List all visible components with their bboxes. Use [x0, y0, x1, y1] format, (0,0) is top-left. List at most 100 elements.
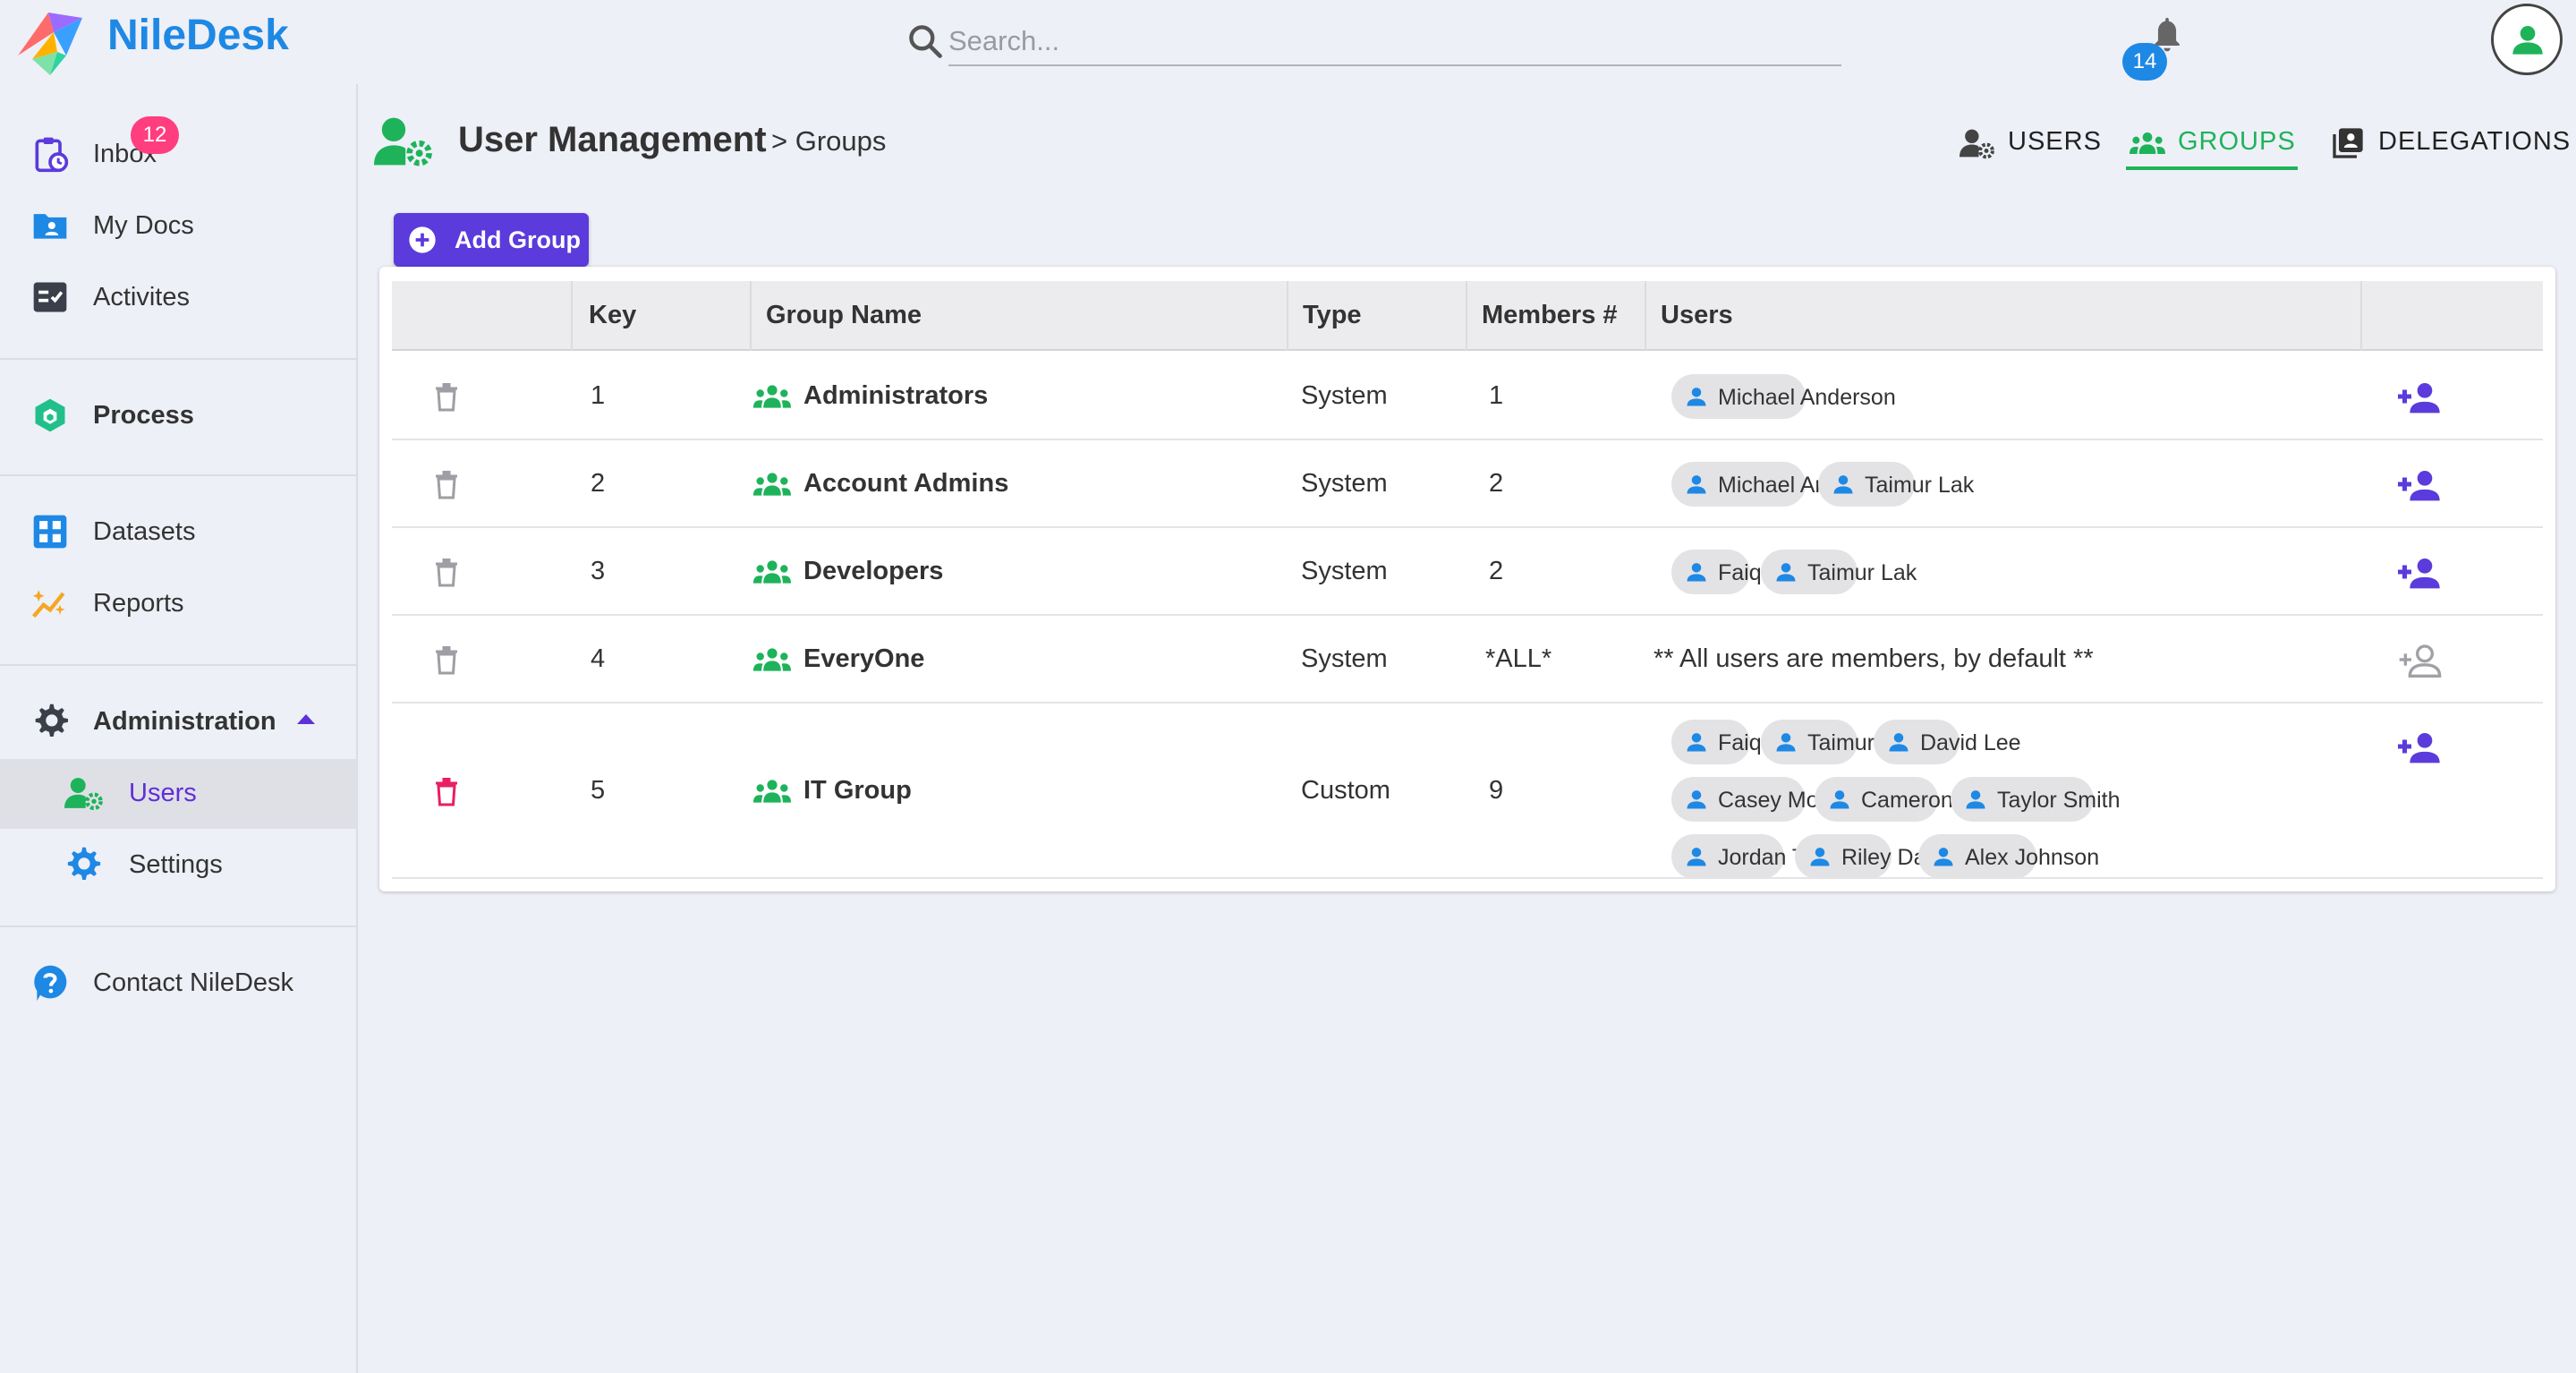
- add-group-label: Add Group: [455, 226, 581, 253]
- user-chip[interactable]: Taimur Lak: [1818, 462, 1974, 507]
- column-header-key[interactable]: Key: [589, 301, 636, 330]
- user-chip[interactable]: Taimur Lak: [1761, 720, 1917, 764]
- sidebar-divider: [0, 664, 358, 666]
- sidebar-item-datasets[interactable]: Datasets: [0, 498, 358, 567]
- groups-table: Key Group Name Type Members # Users 1 Adm…: [379, 267, 2555, 891]
- user-chip[interactable]: Michael Anderson: [1671, 374, 1896, 419]
- person-add-icon[interactable]: [2398, 379, 2443, 414]
- sidebar-item-label: Settings: [129, 850, 223, 879]
- tab-users[interactable]: USERS: [1960, 115, 2103, 172]
- tab-label: USERS: [2008, 127, 2102, 156]
- sidebar-item-my-docs[interactable]: My Docs: [0, 192, 358, 261]
- folder-user-icon: [33, 214, 67, 239]
- delegations-icon: [2333, 128, 2363, 158]
- search-input[interactable]: [948, 18, 1841, 66]
- user-chip[interactable]: Alex Johnson: [1918, 834, 2099, 879]
- column-header-members[interactable]: Members #: [1482, 301, 1618, 330]
- tab-groups[interactable]: GROUPS: [2130, 115, 2296, 172]
- table-row: 5 IT Group Custom 9 Faiq LakTaimur LakDavid …: [392, 704, 2543, 879]
- inbox-clipboard-icon: [35, 137, 69, 173]
- user-chip[interactable]: Michael Anderson: [1671, 462, 1896, 507]
- sidebar-item-users[interactable]: Users: [0, 759, 358, 829]
- user-chip[interactable]: Casey Morgan: [1671, 777, 1864, 822]
- user-chip[interactable]: Riley Davis: [1795, 834, 1953, 879]
- person-icon: [1687, 388, 1706, 406]
- sidebar-item-reports[interactable]: Reports: [0, 569, 358, 639]
- trash-icon[interactable]: [433, 644, 460, 676]
- table-row: 3 Developers System 2 Faiq LakTaimur Lak: [392, 528, 2543, 616]
- account-button[interactable]: [2491, 4, 2563, 75]
- sidebar-item-settings[interactable]: Settings: [0, 831, 358, 900]
- user-chip[interactable]: Faiq Lak: [1671, 550, 1804, 594]
- group-name[interactable]: IT Group: [803, 776, 912, 806]
- table-row: 1 Administrators System 1 Michael Anderson: [392, 353, 2543, 440]
- groups-icon: [753, 780, 791, 803]
- table-row: 4 EveryOne System *ALL* ** All users are mem…: [392, 616, 2543, 704]
- trash-icon[interactable]: [433, 468, 460, 500]
- person-icon: [1687, 848, 1706, 866]
- sidebar-divider: [0, 358, 358, 360]
- column-header-type[interactable]: Type: [1303, 301, 1362, 330]
- groups-icon: [2130, 132, 2165, 154]
- person-icon: [1830, 790, 1849, 809]
- settings-gear-icon: [67, 847, 101, 881]
- group-type: System: [1301, 381, 1388, 410]
- column-separator: [750, 281, 752, 351]
- trash-icon[interactable]: [433, 775, 460, 807]
- user-gear-icon: [1960, 129, 1994, 159]
- table-header: Key Group Name Type Members # Users: [392, 281, 2543, 351]
- sidebar: Inbox 12 My Docs Activites Process Datas…: [0, 84, 358, 1373]
- tab-delegations[interactable]: DELEGATIONS: [2330, 115, 2570, 172]
- group-name[interactable]: Administrators: [803, 381, 988, 411]
- group-members-count: 2: [1489, 557, 1504, 585]
- group-type: System: [1301, 557, 1388, 585]
- column-header-group-name[interactable]: Group Name: [766, 301, 922, 330]
- sidebar-item-label: My Docs: [93, 211, 194, 240]
- person-icon: [1776, 563, 1796, 582]
- help-icon: [34, 965, 67, 1002]
- user-chip[interactable]: Taimur Lak: [1761, 550, 1917, 594]
- sidebar-divider: [0, 474, 358, 476]
- sidebar-item-label: Activites: [93, 283, 190, 311]
- sidebar-item-label: Datasets: [93, 517, 196, 546]
- sidebar-item-administration[interactable]: Administration: [0, 687, 358, 757]
- trash-icon[interactable]: [433, 556, 460, 588]
- user-chip[interactable]: Cameron Parker: [1815, 777, 2025, 822]
- person-add-icon[interactable]: [2398, 466, 2443, 502]
- user-chip[interactable]: Faiq Lak: [1671, 720, 1804, 764]
- plus-circle-icon: [409, 226, 436, 253]
- person-add-icon[interactable]: [2398, 554, 2443, 590]
- group-name[interactable]: EveryOne: [803, 644, 924, 674]
- active-tab-indicator: [2126, 166, 2298, 170]
- niledesk-logo[interactable]: [14, 5, 86, 77]
- inbox-count-badge: 12: [131, 116, 179, 154]
- top-bar: NileDesk 14: [0, 0, 2576, 84]
- groups-icon: [753, 473, 791, 496]
- user-chip[interactable]: Jordan Taylor: [1671, 834, 1852, 879]
- tab-label: GROUPS: [2178, 127, 2296, 156]
- add-group-button[interactable]: Add Group: [394, 213, 589, 267]
- user-chip[interactable]: Taylor Smith: [1951, 777, 2121, 822]
- sidebar-item-activities[interactable]: Activites: [0, 263, 358, 333]
- grid-icon: [33, 515, 67, 549]
- person-icon: [1687, 733, 1706, 752]
- groups-icon: [753, 385, 791, 408]
- group-name[interactable]: Account Admins: [803, 469, 1008, 499]
- person-icon: [1889, 733, 1909, 752]
- column-separator: [1287, 281, 1288, 351]
- breadcrumb: > Groups: [771, 125, 887, 157]
- person-add-icon[interactable]: [2398, 729, 2443, 764]
- chevron-up-icon[interactable]: [297, 714, 315, 724]
- group-name[interactable]: Developers: [803, 557, 943, 586]
- sidebar-item-inbox[interactable]: Inbox 12: [0, 116, 358, 190]
- sidebar-item-contact[interactable]: Contact NileDesk: [0, 949, 358, 1019]
- group-key: 4: [591, 644, 606, 673]
- trash-icon[interactable]: [433, 380, 460, 413]
- sidebar-item-process[interactable]: Process: [0, 381, 358, 451]
- groups-icon: [753, 648, 791, 671]
- user-chip[interactable]: David Lee: [1874, 720, 2021, 764]
- column-header-users[interactable]: Users: [1661, 301, 1733, 330]
- default-members-note: ** All users are members, by default **: [1654, 644, 2094, 673]
- sidebar-item-label: Process: [93, 401, 194, 430]
- app-brand[interactable]: NileDesk: [107, 11, 289, 60]
